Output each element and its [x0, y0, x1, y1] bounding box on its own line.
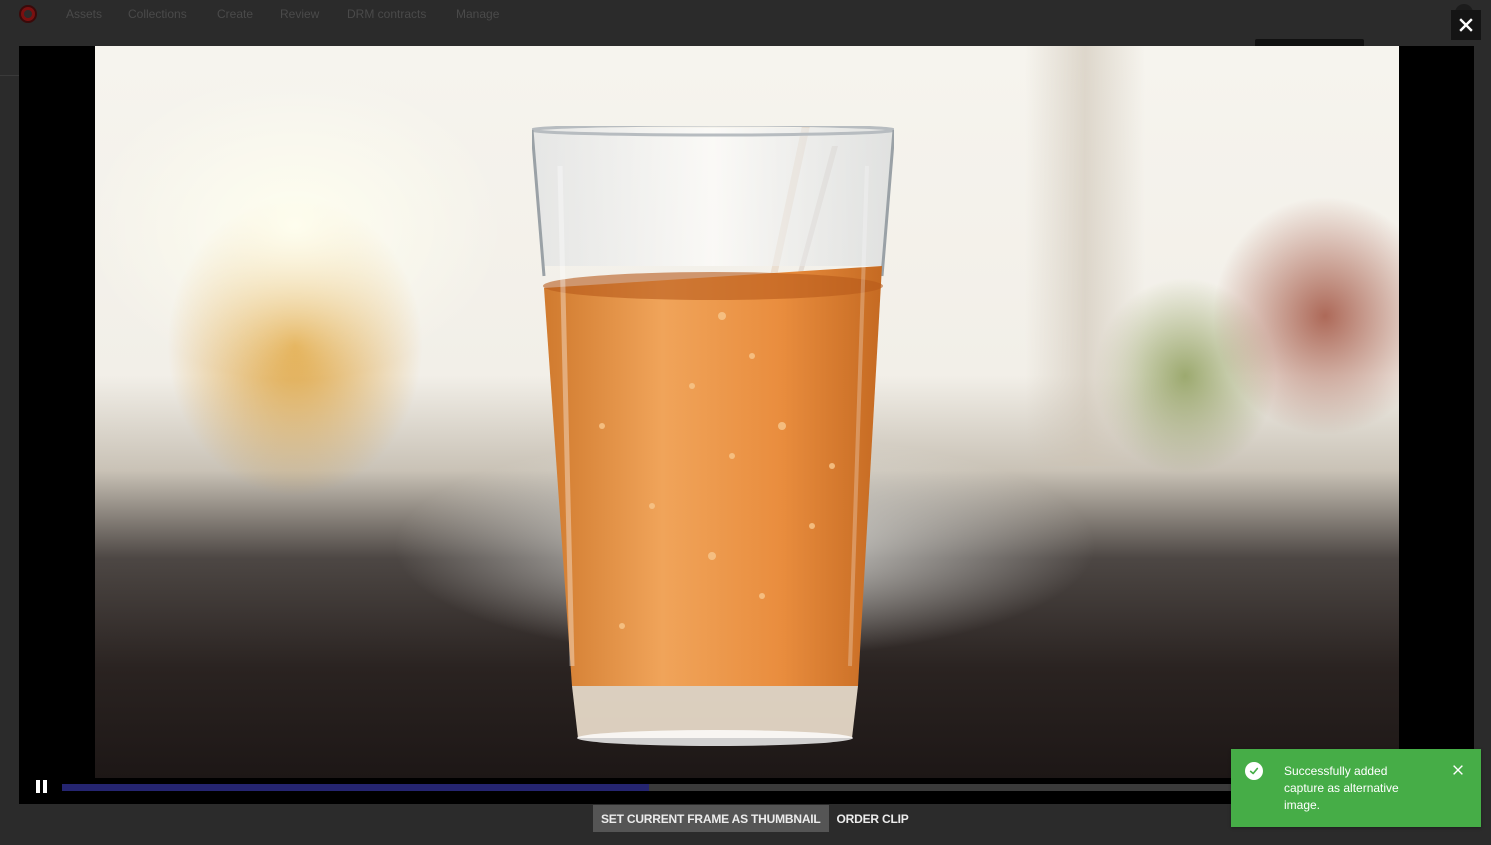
divider — [0, 75, 19, 76]
success-toast: Successfully added capture as alternativ… — [1231, 749, 1481, 827]
video-player — [19, 46, 1474, 804]
glass-illustration — [532, 126, 894, 746]
progress-fill — [62, 784, 650, 791]
order-clip-button[interactable]: ORDER CLIP — [829, 805, 917, 832]
player-actions: SET CURRENT FRAME AS THUMBNAIL ORDER CLI… — [593, 805, 917, 832]
background-window — [1025, 46, 1145, 466]
set-thumbnail-button[interactable]: SET CURRENT FRAME AS THUMBNAIL — [593, 805, 829, 832]
close-modal-button[interactable] — [1451, 10, 1481, 40]
nav-item-review[interactable]: Review — [280, 7, 319, 21]
top-navigation: Assets Collections Create Review DRM con… — [0, 0, 1491, 28]
progress-bar[interactable] — [62, 784, 1260, 791]
nav-item-collections[interactable]: Collections — [128, 7, 187, 21]
nav-item-manage[interactable]: Manage — [456, 7, 499, 21]
close-icon — [1459, 18, 1473, 32]
check-circle-icon — [1245, 762, 1263, 780]
pause-icon — [35, 779, 40, 793]
app-logo — [19, 5, 37, 23]
close-icon — [1453, 765, 1463, 775]
toast-close-button[interactable] — [1451, 763, 1467, 779]
pause-button[interactable] — [33, 778, 49, 794]
nav-item-create[interactable]: Create — [217, 7, 253, 21]
video-frame[interactable] — [95, 46, 1399, 778]
toast-message: Successfully added capture as alternativ… — [1284, 764, 1399, 812]
nav-item-drm-contracts[interactable]: DRM contracts — [347, 7, 426, 21]
nav-item-assets[interactable]: Assets — [66, 7, 102, 21]
